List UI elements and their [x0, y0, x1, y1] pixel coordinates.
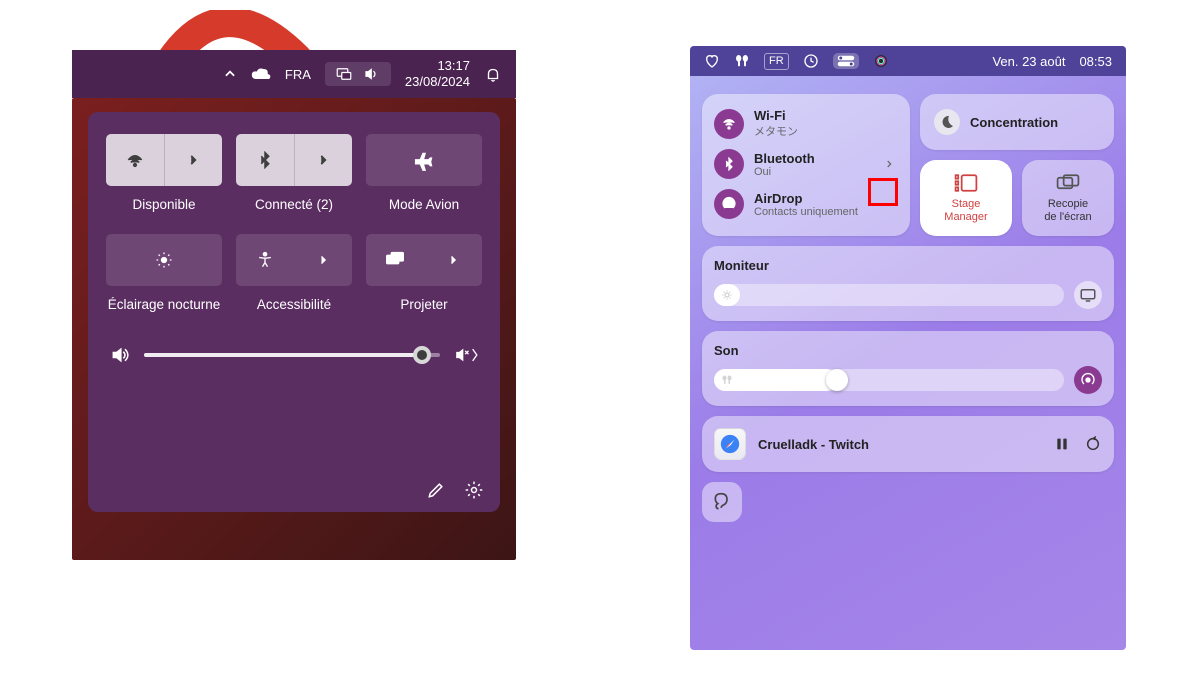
volume-slider[interactable]	[144, 353, 440, 357]
volume-output-icon[interactable]	[454, 345, 478, 365]
sound-slider[interactable]	[714, 369, 1064, 391]
focus-label: Concentration	[970, 115, 1058, 130]
hearing-button[interactable]	[702, 482, 742, 522]
night-light-icon	[154, 250, 174, 270]
menubar-time[interactable]: 08:53	[1079, 54, 1112, 69]
chevron-right-icon[interactable]	[295, 134, 353, 186]
edit-button[interactable]	[426, 480, 446, 500]
wifi-sub: メタモン	[754, 123, 798, 139]
timemachine-icon[interactable]	[803, 53, 819, 69]
project-tile: Projeter	[366, 234, 482, 314]
bluetooth-icon	[236, 134, 294, 186]
stage-manager-icon	[953, 172, 979, 194]
tray-overflow-icon[interactable]	[223, 67, 237, 81]
volume-row	[106, 345, 482, 365]
airpods-menubar-icon[interactable]	[734, 54, 750, 68]
language-menubar[interactable]: FR	[764, 53, 789, 70]
sound-label: Son	[714, 343, 1102, 358]
notifications-icon[interactable]	[484, 65, 502, 83]
airpods-slider-icon	[721, 374, 733, 386]
control-center-icon[interactable]	[833, 53, 859, 69]
night-light-tile: Éclairage nocturne	[106, 234, 222, 314]
wifi-title: Wi-Fi	[754, 108, 798, 123]
now-playing-card: Cruelladk - Twitch	[702, 416, 1114, 472]
display-output-button[interactable]	[1074, 281, 1102, 309]
menubar-app-icon[interactable]	[704, 53, 720, 69]
onedrive-icon[interactable]	[251, 67, 271, 81]
next-track-button[interactable]	[1084, 436, 1102, 452]
screen-mirror-icon	[1055, 172, 1081, 194]
bluetooth-row[interactable]: Bluetooth Oui	[714, 149, 898, 179]
accessibility-icon	[236, 234, 294, 286]
bluetooth-tile: Connecté (2)	[236, 134, 352, 214]
chevron-right-icon[interactable]	[424, 234, 482, 286]
moon-icon	[934, 109, 960, 135]
network-icon	[335, 66, 353, 82]
wifi-icon	[714, 109, 744, 139]
wifi-icon	[106, 134, 164, 186]
airdrop-sub: Contacts uniquement	[754, 206, 858, 218]
accessibility-tile-button[interactable]	[236, 234, 352, 286]
stage-manager-button[interactable]: StageManager	[920, 160, 1012, 236]
sound-output-button[interactable]	[1074, 366, 1102, 394]
display-brightness-card: Moniteur	[702, 246, 1114, 321]
night-light-tile-label: Éclairage nocturne	[108, 296, 221, 314]
chevron-right-icon[interactable]	[165, 134, 223, 186]
airplane-tile-button[interactable]	[366, 134, 482, 186]
accessibility-tile: Accessibilité	[236, 234, 352, 314]
media-title: Cruelladk - Twitch	[758, 437, 869, 452]
bluetooth-icon	[714, 149, 744, 179]
screen-mirror-button[interactable]: Recopiede l'écran	[1022, 160, 1114, 236]
airplane-tile: Mode Avion	[366, 134, 482, 214]
chevron-right-icon[interactable]	[294, 234, 352, 286]
siri-icon[interactable]	[873, 53, 889, 69]
bluetooth-chevron-icon[interactable]	[880, 155, 898, 173]
airdrop-row[interactable]: AirDrop Contacts uniquement	[714, 189, 898, 219]
pause-button[interactable]	[1054, 436, 1070, 452]
sound-card: Son	[702, 331, 1114, 406]
airdrop-icon	[714, 189, 744, 219]
airplane-icon	[413, 149, 435, 171]
bluetooth-sub: Oui	[754, 166, 815, 178]
airplane-tile-label: Mode Avion	[389, 196, 459, 214]
display-label: Moniteur	[714, 258, 1102, 273]
menubar-date[interactable]: Ven. 23 août	[992, 54, 1065, 69]
safari-icon	[714, 428, 746, 460]
connectivity-card: Wi-Fi メタモン Bluetooth Oui	[702, 94, 910, 236]
mac-control-center: Wi-Fi メタモン Bluetooth Oui	[702, 94, 1114, 522]
bluetooth-tile-label: Connecté (2)	[255, 196, 333, 214]
bluetooth-title: Bluetooth	[754, 151, 815, 166]
wifi-tile: Disponible	[106, 134, 222, 214]
wifi-tile-button[interactable]	[106, 134, 222, 186]
airdrop-title: AirDrop	[754, 191, 858, 206]
windows-quick-settings-panel: Disponible Connecté (2)	[88, 112, 500, 512]
settings-button[interactable]	[464, 480, 484, 500]
volume-tray-icon	[363, 66, 381, 82]
language-indicator[interactable]: FRA	[285, 67, 311, 82]
focus-button[interactable]: Concentration	[920, 94, 1114, 150]
mac-menubar: FR Ven. 23 août 08:53	[690, 46, 1126, 76]
volume-icon	[110, 345, 130, 365]
wifi-row[interactable]: Wi-Fi メタモン	[714, 108, 898, 139]
accessibility-tile-label: Accessibilité	[257, 296, 331, 314]
project-icon	[366, 234, 424, 286]
project-tile-label: Projeter	[400, 296, 447, 314]
windows-taskbar: FRA 13:17 23/08/2024	[72, 50, 516, 98]
sun-icon	[721, 289, 733, 301]
project-tile-button[interactable]	[366, 234, 482, 286]
brightness-slider[interactable]	[714, 284, 1064, 306]
mac-screenshot: FR Ven. 23 août 08:53	[690, 46, 1126, 650]
night-light-tile-button[interactable]	[106, 234, 222, 286]
wifi-tile-label: Disponible	[132, 196, 195, 214]
taskbar-clock[interactable]: 13:17 23/08/2024	[405, 58, 470, 89]
bluetooth-tile-button[interactable]	[236, 134, 352, 186]
system-tray[interactable]	[325, 62, 391, 86]
